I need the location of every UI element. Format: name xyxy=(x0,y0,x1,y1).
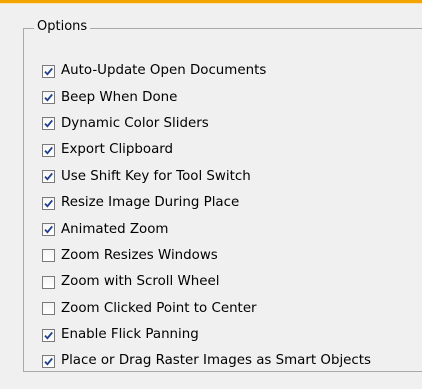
option-zoom-clicked-point-to-center[interactable]: Zoom Clicked Point to Center xyxy=(42,296,371,322)
checkbox[interactable] xyxy=(42,64,55,78)
checkbox[interactable] xyxy=(42,170,55,184)
option-beep-when-done[interactable]: Beep When Done xyxy=(42,84,371,110)
option-label: Beep When Done xyxy=(61,89,178,105)
checkmark-icon xyxy=(44,357,53,366)
options-list: Auto-Update Open Documents Beep When Don… xyxy=(42,58,371,375)
option-use-shift-key-for-tool-switch[interactable]: Use Shift Key for Tool Switch xyxy=(42,164,371,190)
options-group-legend: Options xyxy=(34,17,91,37)
checkmark-icon xyxy=(44,93,53,102)
checkbox[interactable] xyxy=(42,117,55,131)
checkbox[interactable] xyxy=(42,328,55,342)
option-resize-image-during-place[interactable]: Resize Image During Place xyxy=(42,190,371,216)
checkmark-icon xyxy=(44,225,53,234)
checkbox[interactable] xyxy=(42,249,55,263)
option-auto-update-open-documents[interactable]: Auto-Update Open Documents xyxy=(42,58,371,84)
option-label: Resize Image During Place xyxy=(61,195,240,211)
option-animated-zoom[interactable]: Animated Zoom xyxy=(42,216,371,242)
checkbox[interactable] xyxy=(42,302,55,316)
accent-strip-shade xyxy=(0,3,422,4)
checkmark-icon xyxy=(44,146,53,155)
checkmark-icon xyxy=(44,67,53,76)
option-label: Export Clipboard xyxy=(61,142,174,158)
checkbox[interactable] xyxy=(42,91,55,105)
option-label: Use Shift Key for Tool Switch xyxy=(61,168,251,184)
option-label: Auto-Update Open Documents xyxy=(61,63,267,79)
option-label: Enable Flick Panning xyxy=(61,327,199,343)
checkmark-icon xyxy=(44,199,53,208)
option-zoom-resizes-windows[interactable]: Zoom Resizes Windows xyxy=(42,243,371,269)
option-export-clipboard[interactable]: Export Clipboard xyxy=(42,137,371,163)
checkbox[interactable] xyxy=(42,143,55,157)
checkbox[interactable] xyxy=(42,275,55,289)
checkmark-icon xyxy=(44,120,53,129)
option-label: Zoom Resizes Windows xyxy=(61,247,218,263)
option-label: Zoom Clicked Point to Center xyxy=(61,300,257,316)
checkbox[interactable] xyxy=(42,354,55,368)
option-enable-flick-panning[interactable]: Enable Flick Panning xyxy=(42,322,371,348)
option-place-or-drag-raster-images-as-smart-objects[interactable]: Place or Drag Raster Images as Smart Obj… xyxy=(42,348,371,374)
option-label: Zoom with Scroll Wheel xyxy=(61,274,220,290)
checkmark-icon xyxy=(44,331,53,340)
option-label: Dynamic Color Sliders xyxy=(61,115,209,131)
option-label: Animated Zoom xyxy=(61,221,169,237)
checkbox[interactable] xyxy=(42,196,55,210)
checkbox[interactable] xyxy=(42,223,55,237)
option-zoom-with-scroll-wheel[interactable]: Zoom with Scroll Wheel xyxy=(42,269,371,295)
checkmark-icon xyxy=(44,173,53,181)
option-label: Place or Drag Raster Images as Smart Obj… xyxy=(61,353,371,369)
option-dynamic-color-sliders[interactable]: Dynamic Color Sliders xyxy=(42,111,371,137)
